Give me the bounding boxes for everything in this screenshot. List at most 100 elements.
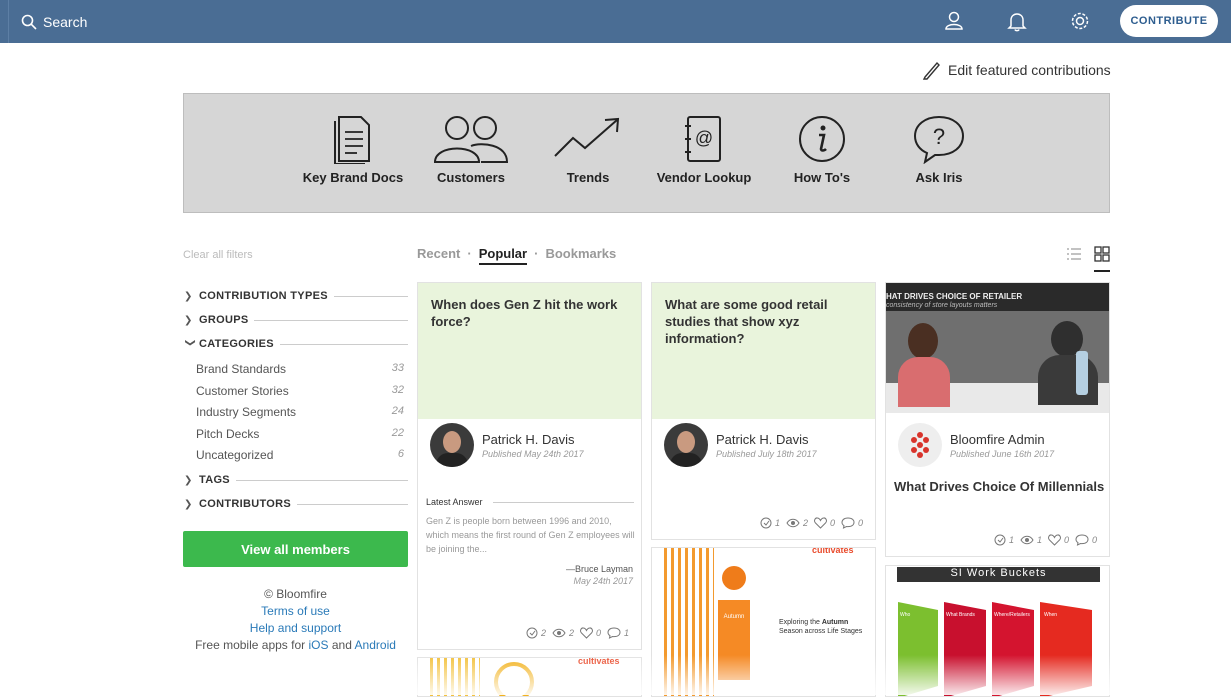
category-item[interactable]: Industry Segments 24 (196, 405, 404, 419)
edit-featured-link[interactable]: Edit featured contributions (922, 60, 1111, 80)
answer-icon (760, 517, 772, 529)
list-view-icon[interactable] (1066, 246, 1082, 262)
category-count: 33 (391, 362, 404, 374)
contribution-card[interactable]: When does Gen Z hit the work force? Patr… (417, 282, 642, 650)
category-count: 6 (397, 448, 404, 460)
ios-link[interactable]: iOS (308, 638, 328, 652)
gear-icon[interactable] (1069, 10, 1091, 32)
chevron-down-icon: ❯ (184, 338, 196, 347)
help-row: Help and support (183, 621, 408, 635)
comment-count: 1 (623, 628, 629, 638)
grid-view-toggle[interactable] (1094, 246, 1110, 272)
category-item[interactable]: Brand Standards 33 (196, 362, 404, 376)
feed-tabs: Recent · Popular · Bookmarks (417, 246, 616, 265)
filter-contribution-types[interactable]: ❯ CONTRIBUTION TYPES (184, 290, 408, 302)
tab-popular[interactable]: Popular (478, 246, 528, 265)
filter-tags[interactable]: ❯ TAGS (184, 474, 408, 486)
featured-vendor-lookup[interactable]: @ Vendor Lookup (645, 114, 763, 185)
people-icon (433, 116, 509, 163)
bucket-label: What Brands (946, 612, 975, 618)
featured-customers[interactable]: Customers (412, 114, 530, 185)
heart-icon[interactable] (580, 627, 593, 639)
view-count: 2 (802, 518, 808, 528)
like-count: 0 (595, 628, 601, 638)
category-name: Industry Segments (196, 405, 297, 419)
divider (279, 343, 408, 345)
card-author: Bloomfire Admin Published June 16th 2017 (898, 423, 1054, 467)
tab-bookmarks[interactable]: Bookmarks (545, 246, 616, 265)
card-stats: 2 2 0 1 (526, 627, 629, 639)
filter-label: TAGS (199, 474, 230, 486)
bucket-label: Where/Retailers (994, 612, 1030, 618)
slide-text-part: Exploring the (779, 619, 820, 626)
filter-categories[interactable]: ❯ CATEGORIES (184, 338, 408, 350)
filter-contributors[interactable]: ❯ CONTRIBUTORS (184, 498, 408, 510)
latest-answer-header: Latest Answer (426, 497, 634, 507)
category-item[interactable]: Pitch Decks 22 (196, 427, 404, 441)
view-count: 2 (568, 628, 574, 638)
tab-separator: · (467, 246, 472, 261)
user-icon[interactable] (943, 10, 965, 32)
card-image[interactable]: HAT DRIVES CHOICE OF RETAILER consistenc… (886, 283, 1109, 413)
answer-date: May 24th 2017 (573, 576, 633, 586)
category-item[interactable]: Uncategorized 6 (196, 448, 404, 462)
answer-count: 1 (774, 518, 780, 528)
slide-text-part: Season across Life Stages (779, 628, 863, 635)
author-name[interactable]: Patrick H. Davis (716, 432, 817, 447)
terms-row: Terms of use (183, 604, 408, 618)
divider (235, 479, 408, 481)
slide-text-bold: Autumn (821, 619, 849, 626)
category-count: 22 (391, 427, 404, 439)
comment-icon[interactable] (1075, 534, 1089, 546)
image-caption: HAT DRIVES CHOICE OF RETAILER (886, 292, 1023, 301)
like-count: 0 (829, 518, 835, 528)
chevron-right-icon: ❯ (184, 314, 193, 326)
help-link[interactable]: Help and support (250, 621, 341, 635)
document-icon (334, 116, 370, 164)
divider (297, 503, 408, 505)
featured-label: Trends (566, 170, 610, 185)
terms-link[interactable]: Terms of use (261, 604, 330, 618)
view-toggle (1066, 246, 1110, 272)
author-name[interactable]: Patrick H. Davis (482, 432, 584, 447)
svg-text:@: @ (695, 128, 713, 148)
divider (333, 295, 408, 297)
category-name: Pitch Decks (196, 427, 260, 441)
tab-recent[interactable]: Recent (417, 246, 460, 265)
chevron-right-icon: ❯ (184, 474, 193, 486)
featured-how-tos[interactable]: How To's (763, 114, 881, 185)
heart-icon[interactable] (814, 517, 827, 529)
published-date: Published July 18th 2017 (716, 448, 817, 459)
filter-groups[interactable]: ❯ GROUPS (184, 314, 408, 326)
card-stats: 1 2 0 0 (760, 517, 863, 529)
latest-answer-label: Latest Answer (426, 497, 483, 507)
view-all-members-button[interactable]: View all members (183, 531, 408, 567)
featured-trends[interactable]: Trends (529, 114, 647, 185)
card-title[interactable]: What Drives Choice Of Millennials (894, 479, 1104, 494)
featured-ask-iris[interactable]: ? Ask Iris (880, 114, 998, 185)
comment-icon[interactable] (607, 627, 621, 639)
search-button[interactable]: Search (8, 0, 87, 43)
author-name[interactable]: Bloomfire Admin (950, 432, 1054, 447)
comment-icon[interactable] (841, 517, 855, 529)
heart-icon[interactable] (1048, 534, 1061, 546)
answer-icon (994, 534, 1006, 546)
contribution-card[interactable]: What are some good retail studies that s… (651, 282, 876, 540)
bell-icon[interactable] (1006, 10, 1028, 32)
featured-key-brand-docs[interactable]: Key Brand Docs (294, 114, 412, 185)
mobile-apps: Free mobile apps for iOS and Android (183, 638, 408, 652)
trend-icon (554, 117, 620, 157)
category-item[interactable]: Customer Stories 32 (196, 384, 404, 398)
bloomfire-logo-icon (911, 432, 929, 458)
android-link[interactable]: Android (355, 638, 396, 652)
address-book-icon: @ (685, 116, 721, 162)
contribution-card[interactable]: HAT DRIVES CHOICE OF RETAILER consistenc… (885, 282, 1110, 557)
card-title[interactable]: What are some good retail studies that s… (652, 283, 875, 419)
card-title[interactable]: When does Gen Z hit the work force? (418, 283, 641, 419)
clear-filters-link[interactable]: Clear all filters (183, 249, 253, 261)
category-name: Uncategorized (196, 448, 274, 462)
tab-separator: · (534, 246, 539, 261)
grid-view-icon (1094, 246, 1110, 262)
category-name: Brand Standards (196, 362, 287, 376)
contribute-button[interactable]: CONTRIBUTE (1120, 5, 1218, 37)
